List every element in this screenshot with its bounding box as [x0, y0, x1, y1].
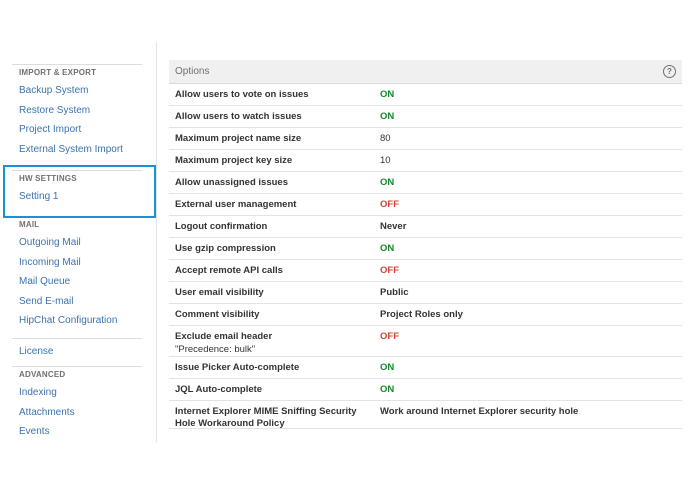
- sidebar-group-license: License: [12, 338, 142, 362]
- option-value: 10: [380, 155, 391, 166]
- option-value: ON: [380, 362, 395, 373]
- option-label-text: JQL Auto-complete: [175, 384, 263, 395]
- hw-settings-highlight: [3, 165, 156, 218]
- sidebar-item-attachments[interactable]: Attachments: [12, 403, 142, 423]
- sidebar-heading-mail: MAIL: [19, 220, 40, 229]
- option-value: ON: [380, 384, 395, 395]
- option-label-text: Use gzip compression: [175, 243, 276, 254]
- option-label-text: Allow users to watch issues: [175, 111, 302, 122]
- option-label: Maximum project key size: [169, 150, 375, 171]
- option-label-text: Maximum project name size: [175, 133, 302, 144]
- option-label: Exclude email header "Precedence: bulk": [169, 326, 375, 356]
- option-label: Allow unassigned issues: [169, 172, 375, 193]
- option-value: OFF: [380, 199, 399, 210]
- admin-sidebar: IMPORT & EXPORT Backup System Restore Sy…: [0, 42, 157, 442]
- sidebar-item-restore-system[interactable]: Restore System: [12, 101, 142, 121]
- option-label: Logout confirmation: [169, 216, 375, 237]
- option-row: JQL Auto-complete ON: [169, 379, 682, 401]
- panel-title: Options: [175, 66, 210, 77]
- option-label: Maximum project name size: [169, 128, 375, 149]
- option-label-text: Issue Picker Auto-complete: [175, 362, 300, 373]
- option-label: Use gzip compression: [169, 238, 375, 259]
- option-row: Accept remote API calls OFF: [169, 260, 682, 282]
- option-label: Allow users to vote on issues: [169, 84, 375, 105]
- sidebar-item-incoming-mail[interactable]: Incoming Mail: [12, 253, 142, 273]
- sidebar-group-advanced: ADVANCED Indexing Attachments Events: [12, 366, 142, 442]
- option-row: External user management OFF: [169, 194, 682, 216]
- sidebar-item-mail-queue[interactable]: Mail Queue: [12, 272, 142, 292]
- option-value: ON: [380, 111, 395, 122]
- sidebar-item-backup-system[interactable]: Backup System: [12, 81, 142, 101]
- sidebar-item-hipchat-configuration[interactable]: HipChat Configuration: [12, 311, 142, 331]
- option-value: OFF: [380, 265, 399, 276]
- sidebar-item-license[interactable]: License: [12, 342, 142, 362]
- sidebar-item-send-email[interactable]: Send E-mail: [12, 292, 142, 312]
- option-label-text: User email visibility: [175, 287, 264, 298]
- option-value: ON: [380, 177, 395, 188]
- option-value: Never: [380, 221, 407, 232]
- option-label-text: Internet Explorer MIME Sniffing Security…: [175, 406, 357, 429]
- sidebar-item-project-import[interactable]: Project Import: [12, 120, 142, 140]
- options-table: Allow users to vote on issues ON Allow use…: [169, 84, 682, 429]
- option-label: User email visibility: [169, 282, 375, 303]
- option-row: Allow unassigned issues ON: [169, 172, 682, 194]
- option-row: Allow users to vote on issues ON: [169, 84, 682, 106]
- sidebar-item-events[interactable]: Events: [12, 422, 142, 442]
- option-row: Comment visibility Project Roles only: [169, 304, 682, 326]
- sidebar-group-import-export: IMPORT & EXPORT Backup System Restore Sy…: [12, 64, 142, 159]
- option-value: Work around Internet Explorer security h…: [380, 406, 579, 417]
- option-value: ON: [380, 89, 395, 100]
- option-row: Exclude email header "Precedence: bulk" OF…: [169, 326, 682, 357]
- option-row: Use gzip compression ON: [169, 238, 682, 260]
- option-label-text: Exclude email header: [175, 331, 273, 342]
- option-row: Maximum project key size 10: [169, 150, 682, 172]
- option-row: Issue Picker Auto-complete ON: [169, 357, 682, 379]
- option-value: ON: [380, 243, 395, 254]
- question-circle-icon[interactable]: ?: [663, 65, 676, 78]
- option-label: Comment visibility: [169, 304, 375, 325]
- option-value: Public: [380, 287, 409, 298]
- sidebar-heading-import-export: IMPORT & EXPORT: [19, 68, 97, 77]
- option-label-text: Comment visibility: [175, 309, 260, 320]
- option-label-text: Maximum project key size: [175, 155, 293, 166]
- option-row: User email visibility Public: [169, 282, 682, 304]
- option-value: OFF: [380, 331, 399, 342]
- option-label: Issue Picker Auto-complete: [169, 357, 375, 378]
- option-label-text: Logout confirmation: [175, 221, 268, 232]
- sidebar-group-mail: MAIL Outgoing Mail Incoming Mail Mail Qu…: [12, 216, 142, 331]
- option-label: Allow users to watch issues: [169, 106, 375, 127]
- option-row: Logout confirmation Never: [169, 216, 682, 238]
- option-sublabel: "Precedence: bulk": [175, 344, 256, 355]
- option-label-text: Allow users to vote on issues: [175, 89, 309, 100]
- option-label: Internet Explorer MIME Sniffing Security…: [169, 401, 375, 428]
- sidebar-item-outgoing-mail[interactable]: Outgoing Mail: [12, 233, 142, 253]
- option-label: Accept remote API calls: [169, 260, 375, 281]
- option-value: Project Roles only: [380, 309, 463, 320]
- sidebar-item-external-system-import[interactable]: External System Import: [12, 140, 142, 160]
- options-panel-header: Options ?: [169, 60, 682, 84]
- sidebar-heading-advanced: ADVANCED: [19, 370, 66, 379]
- option-row: Internet Explorer MIME Sniffing Security…: [169, 401, 682, 429]
- option-label-text: Allow unassigned issues: [175, 177, 288, 188]
- option-label-text: External user management: [175, 199, 297, 210]
- option-label-text: Accept remote API calls: [175, 265, 283, 276]
- option-row: Maximum project name size 80: [169, 128, 682, 150]
- option-value: 80: [380, 133, 391, 144]
- option-label: External user management: [169, 194, 375, 215]
- options-panel: Options ? Allow users to vote on issues O…: [169, 60, 682, 442]
- option-label: JQL Auto-complete: [169, 379, 375, 400]
- option-row: Allow users to watch issues ON: [169, 106, 682, 128]
- sidebar-item-indexing[interactable]: Indexing: [12, 383, 142, 403]
- sidebar-divider: [12, 338, 142, 339]
